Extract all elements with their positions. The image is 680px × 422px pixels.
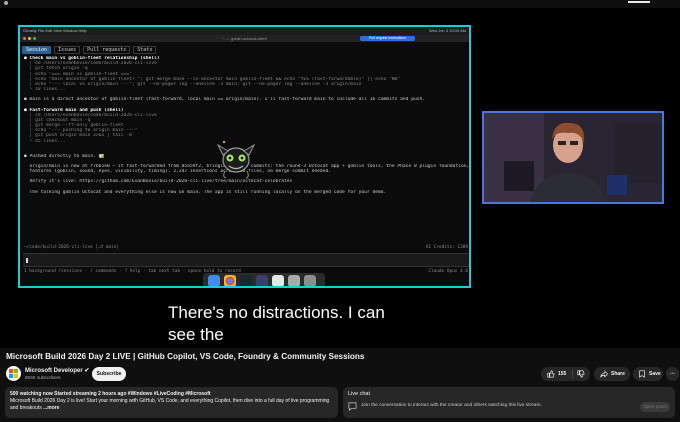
cwd-path: ~/code/build-2026-cli-live [⎇ main] bbox=[24, 245, 119, 250]
trash-icon[interactable] bbox=[304, 275, 316, 286]
prompt-input[interactable] bbox=[23, 253, 469, 267]
video-player[interactable]: Ghostty File Edit View Window Help Wed J… bbox=[0, 8, 680, 348]
subscribe-button[interactable]: Subscribe bbox=[92, 367, 126, 381]
closed-caption: There's no distractions. I can see the bbox=[168, 303, 385, 344]
thumbs-down-icon bbox=[577, 370, 585, 378]
presenter-video bbox=[484, 113, 662, 202]
mac-dock bbox=[203, 273, 325, 286]
channel-info: Microsoft Developer ✔ 883K subscribers bbox=[6, 366, 89, 381]
mac-menubar: Ghostty File Edit View Window Help Wed J… bbox=[20, 27, 469, 35]
window-badge: Pull request instructions bbox=[360, 36, 415, 41]
terminal-app-icon[interactable] bbox=[240, 275, 252, 286]
share-label: Share bbox=[611, 371, 625, 377]
more-link[interactable]: ...more bbox=[43, 405, 59, 411]
tab-pull-requests[interactable]: Pull requests bbox=[83, 46, 131, 54]
chat-header: Live chat bbox=[348, 391, 371, 397]
app-icon[interactable] bbox=[256, 275, 268, 286]
settings-icon[interactable] bbox=[288, 275, 300, 286]
status-line: ~/code/build-2026-cli-live [⎇ main] AI C… bbox=[24, 245, 469, 250]
chat-prompt: Join the conversation to interact with t… bbox=[361, 403, 542, 408]
dislike-button[interactable] bbox=[573, 370, 585, 378]
verified-icon: ✔ bbox=[84, 368, 90, 374]
zoom-dot-icon bbox=[33, 37, 36, 40]
finder-icon[interactable] bbox=[208, 275, 220, 286]
top-strip bbox=[0, 0, 680, 8]
menubar-left: Ghostty File Edit View Window Help bbox=[23, 28, 87, 33]
window-title: ~ — goblin-octocat-client bbox=[222, 36, 267, 41]
tab-issues[interactable]: Issues bbox=[54, 46, 81, 54]
webcam-overlay bbox=[482, 111, 664, 204]
video-title: Microsoft Build 2026 Day 2 LIVE | GitHub… bbox=[6, 352, 365, 361]
more-actions-button[interactable]: ⋯ bbox=[666, 367, 679, 381]
share-icon bbox=[600, 370, 608, 378]
channel-name[interactable]: Microsoft Developer ✔ bbox=[25, 367, 89, 374]
tab-stats[interactable]: Stats bbox=[133, 46, 157, 54]
model-name: Claude Opus 4.6 bbox=[428, 269, 468, 274]
like-dislike-group: 155 bbox=[541, 367, 590, 381]
chat-bubble-icon bbox=[348, 402, 357, 411]
live-chat-panel: Live chat Join the conversation to inter… bbox=[343, 387, 675, 418]
goblin-octocat-icon bbox=[217, 140, 255, 179]
screen-share: Ghostty File Edit View Window Help Wed J… bbox=[18, 25, 471, 288]
avatar[interactable] bbox=[6, 366, 21, 381]
subscriber-count: 883K subscribers bbox=[25, 375, 61, 380]
save-icon bbox=[639, 370, 645, 378]
thumbs-up-icon bbox=[547, 370, 555, 378]
save-button[interactable]: Save bbox=[633, 367, 663, 381]
text-cursor bbox=[26, 258, 28, 263]
minimize-dot-icon bbox=[28, 37, 31, 40]
tab-session[interactable]: Session bbox=[22, 46, 52, 54]
description-meta: 500 watching now Started streaming 2 hou… bbox=[10, 391, 211, 397]
more-dots-icon: ⋯ bbox=[670, 371, 675, 377]
close-dot-icon bbox=[23, 37, 26, 40]
progress-indicator bbox=[628, 1, 650, 3]
open-panel-button[interactable]: Open panel bbox=[640, 402, 670, 412]
window-titlebar: ~ — goblin-octocat-client Pull request i… bbox=[20, 35, 469, 42]
terminal-tabs: Session Issues Pull requests Stats bbox=[22, 46, 157, 54]
dot-icon bbox=[4, 1, 8, 5]
github-icon[interactable] bbox=[272, 275, 284, 286]
ai-credits: AI Credits: 1309 bbox=[425, 245, 468, 250]
like-count: 155 bbox=[558, 371, 567, 377]
chrome-icon[interactable] bbox=[224, 275, 236, 286]
save-label: Save bbox=[649, 371, 661, 377]
description-box[interactable]: 500 watching now Started streaming 2 hou… bbox=[5, 387, 338, 418]
menubar-right: Wed Jun 3 10:00 AM bbox=[428, 28, 466, 33]
terminal-line: ● main is a direct ancestor of goblin-fl… bbox=[24, 97, 426, 103]
like-button[interactable]: 155 bbox=[541, 369, 573, 379]
share-button[interactable]: Share bbox=[594, 367, 630, 381]
terminal-line: The talking goblin Octocat and everythin… bbox=[24, 189, 387, 195]
microsoft-logo-icon bbox=[9, 369, 18, 378]
